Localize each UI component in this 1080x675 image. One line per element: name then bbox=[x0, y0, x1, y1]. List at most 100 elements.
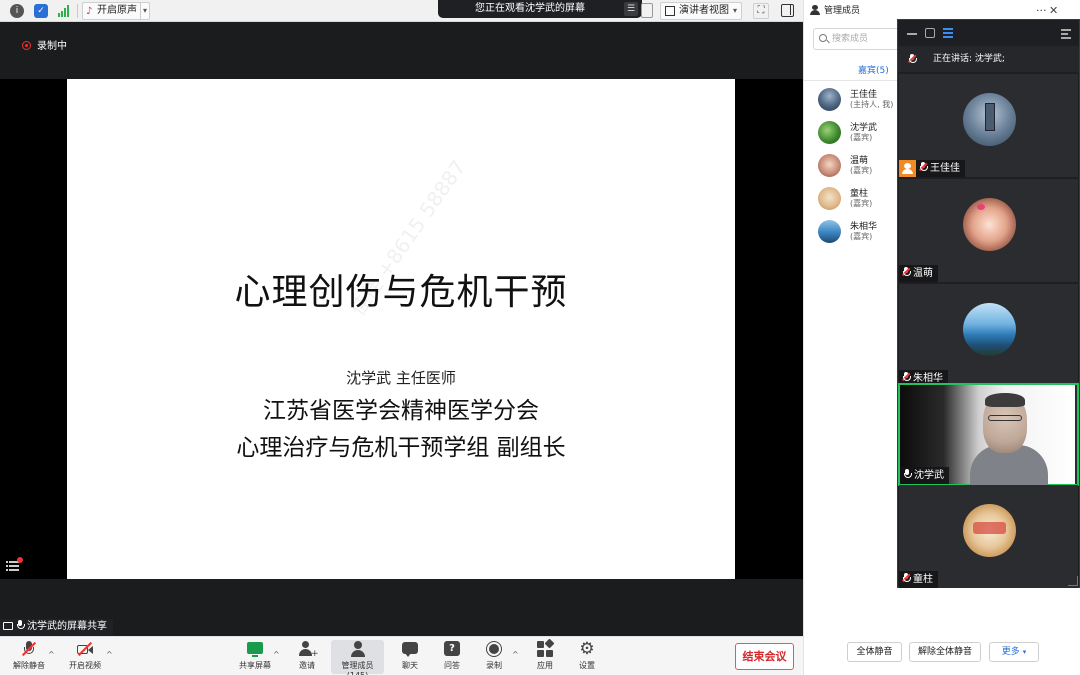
member-item[interactable]: 王佳佳 (主持人, 我) bbox=[818, 86, 903, 114]
video-gallery: 正在讲话: 沈学武; 王佳佳 温萌 朱相华 沈学武 童柱 bbox=[897, 19, 1080, 588]
mic-icon bbox=[907, 54, 917, 64]
manage-members-button[interactable]: 管理成员(145) bbox=[331, 640, 384, 675]
share-screen-icon bbox=[246, 640, 264, 658]
minimize-icon[interactable] bbox=[907, 28, 917, 38]
members-icon bbox=[810, 5, 820, 15]
speaking-text: 正在讲话: 沈学武; bbox=[933, 54, 1005, 64]
unmute-all-button[interactable]: 解除全体静音 bbox=[909, 642, 981, 662]
end-meeting-button[interactable]: 结束会议 bbox=[735, 643, 794, 670]
member-role: (嘉宾) bbox=[850, 199, 873, 208]
screen-share-label-text: 沈学武的屏幕共享 bbox=[27, 621, 107, 632]
viewing-banner-text: 您正在观看沈学武的屏幕 bbox=[475, 3, 585, 14]
avatar bbox=[818, 187, 841, 210]
host-badge-icon bbox=[899, 160, 916, 177]
top-toolbar: i ✓ ♪ 开启原声 ▾ 您正在观看沈学武的屏幕 ☰ 演讲者视图 ▾ ⛶ bbox=[0, 0, 803, 22]
speaker-face bbox=[983, 393, 1027, 453]
chat-icon bbox=[401, 640, 419, 658]
tile-name-text: 童柱 bbox=[913, 574, 933, 585]
video-tile[interactable]: 童柱 bbox=[899, 485, 1078, 588]
tile-name-text: 沈学武 bbox=[914, 470, 944, 481]
slide-organization: 江苏省医学会精神医学分会 bbox=[263, 398, 539, 424]
start-video-button[interactable]: 开启视频 bbox=[58, 640, 112, 674]
mic-muted-icon bbox=[918, 162, 928, 172]
screen-icon bbox=[3, 622, 13, 630]
member-item[interactable]: 温萌 (嘉宾) bbox=[818, 152, 903, 180]
presenter-view-label: 演讲者视图 bbox=[679, 5, 729, 16]
mic-muted-icon bbox=[901, 267, 911, 277]
apps-icon bbox=[536, 638, 555, 658]
divider bbox=[77, 4, 78, 18]
avatar bbox=[963, 93, 1016, 146]
audio-options-caret[interactable]: ^ bbox=[48, 650, 55, 659]
list-view-icon[interactable] bbox=[943, 28, 953, 38]
settings-button[interactable]: ⚙ 设置 bbox=[560, 640, 614, 674]
avatar bbox=[818, 88, 841, 111]
presenter-view-icon bbox=[665, 6, 675, 16]
member-role: (主持人, 我) bbox=[850, 100, 894, 109]
window-icon[interactable] bbox=[925, 28, 935, 38]
search-icon bbox=[819, 34, 827, 42]
tile-name: 沈学武 bbox=[900, 467, 949, 484]
search-placeholder: 搜索成员 bbox=[832, 34, 869, 44]
members-icon bbox=[349, 640, 367, 658]
original-sound-button[interactable]: ♪ 开启原声 ▾ bbox=[82, 2, 150, 20]
avatar bbox=[963, 504, 1016, 557]
notification-dot bbox=[17, 557, 23, 563]
share-options-caret[interactable]: ^ bbox=[273, 650, 280, 659]
more-label: 更多 bbox=[1001, 647, 1020, 657]
add-user-icon: + bbox=[298, 640, 319, 659]
invite-label: 邀请 bbox=[299, 661, 315, 670]
chevron-down-icon[interactable]: ▾ bbox=[139, 3, 147, 19]
unmute-label: 解除静音 bbox=[13, 661, 45, 670]
tab-guests[interactable]: 嘉宾(5) bbox=[858, 63, 889, 76]
slide-title: 心理创伤与危机干预 bbox=[234, 272, 568, 313]
info-icon[interactable]: i bbox=[10, 4, 24, 18]
gear-icon: ⚙ bbox=[579, 639, 595, 659]
mic-icon bbox=[16, 620, 25, 630]
panel-title: 管理成员 bbox=[824, 6, 861, 16]
member-item[interactable]: 朱相华 (嘉宾) bbox=[818, 218, 903, 246]
tile-name-text: 温萌 bbox=[913, 268, 933, 279]
mic-muted-icon bbox=[901, 372, 911, 382]
more-button[interactable]: 更多 ▾ bbox=[989, 642, 1039, 662]
video-tile[interactable]: 王佳佳 bbox=[899, 74, 1078, 177]
record-dot-icon bbox=[22, 41, 31, 50]
meeting-window: i ✓ ♪ 开启原声 ▾ 您正在观看沈学武的屏幕 ☰ 演讲者视图 ▾ ⛶ 录制中… bbox=[0, 0, 1080, 675]
member-role: (嘉宾) bbox=[850, 166, 873, 175]
recording-indicator[interactable]: 录制中 bbox=[22, 37, 67, 52]
video-tile[interactable]: 朱相华 bbox=[899, 284, 1078, 387]
mic-muted-icon bbox=[901, 573, 911, 583]
slide-group: 心理治疗与危机干预学组 副组长 bbox=[236, 435, 566, 461]
shield-icon[interactable]: ✓ bbox=[34, 4, 48, 18]
divider bbox=[804, 80, 899, 81]
banner-menu-icon[interactable]: ☰ bbox=[624, 2, 638, 16]
video-options-caret[interactable]: ^ bbox=[106, 650, 113, 659]
screen-share-label: 沈学武的屏幕共享 bbox=[0, 619, 113, 635]
apps-label: 应用 bbox=[537, 661, 553, 670]
member-item[interactable]: 沈学武 (嘉宾) bbox=[818, 119, 903, 147]
gallery-toolbar bbox=[898, 20, 1079, 46]
signal-icon[interactable] bbox=[58, 5, 70, 17]
sidebar-toggle-icon[interactable] bbox=[781, 4, 794, 17]
active-speaker-tile[interactable]: 沈学武 bbox=[898, 383, 1079, 486]
record-label: 录制 bbox=[486, 661, 502, 670]
video-off-icon bbox=[76, 640, 94, 658]
resize-handle-icon[interactable] bbox=[1068, 576, 1078, 586]
member-item[interactable]: 童柱 (嘉宾) bbox=[818, 185, 903, 213]
presenter-view-button[interactable]: 演讲者视图 ▾ bbox=[660, 2, 742, 20]
tile-name: 王佳佳 bbox=[899, 160, 965, 177]
fullscreen-icon[interactable]: ⛶ bbox=[753, 3, 769, 19]
list-icon[interactable] bbox=[6, 557, 23, 572]
invite-button[interactable]: + 邀请 bbox=[280, 640, 334, 674]
chat-label: 聊天 bbox=[402, 661, 418, 670]
collapse-icon[interactable] bbox=[1061, 28, 1071, 39]
sound-off-icon: ♪ bbox=[86, 6, 93, 17]
mute-all-button[interactable]: 全体静音 bbox=[847, 642, 902, 662]
recording-label: 录制中 bbox=[37, 41, 67, 52]
avatar bbox=[963, 198, 1016, 251]
shared-screen: 佳佳 +8615 58887 心理创伤与危机干预 沈学武 主任医师 江苏省医学会… bbox=[0, 79, 803, 579]
video-tile[interactable]: 温萌 bbox=[899, 179, 1078, 282]
tile-name-text: 王佳佳 bbox=[930, 163, 960, 174]
chevron-down-icon: ▾ bbox=[1022, 648, 1027, 656]
layout-icon[interactable] bbox=[641, 3, 653, 18]
